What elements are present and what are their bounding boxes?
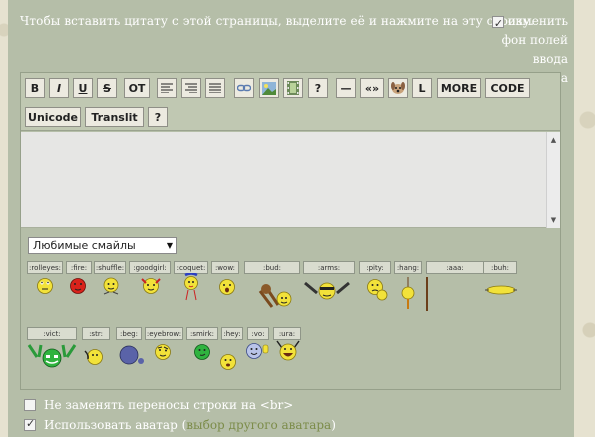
no-br-option[interactable]: Не заменять переносы строки на <br> (24, 398, 293, 412)
smiley-code[interactable]: :rolleyes: (27, 261, 63, 274)
editor: B I U S OT ? — «» L MORE CODE Unicode Tr… (20, 72, 561, 390)
smiley-code[interactable]: :buh: (483, 261, 517, 274)
smiley-code[interactable]: :pity: (359, 261, 391, 274)
help-button[interactable]: ? (308, 78, 328, 98)
str-smiley-icon[interactable] (83, 347, 105, 367)
background-checkbox[interactable] (491, 14, 504, 33)
align-left-button[interactable] (157, 78, 177, 98)
avatar-option[interactable]: Использовать аватар (выбор другого авата… (24, 417, 336, 432)
smiley-code[interactable]: :vict: (27, 327, 77, 340)
ura-smiley-icon[interactable] (275, 339, 301, 363)
bold-button[interactable]: B (25, 78, 45, 98)
dash-button[interactable]: — (336, 78, 356, 98)
align-justify-icon (209, 83, 221, 93)
arms-smiley-icon[interactable] (303, 277, 351, 305)
goodgirl-smiley-icon[interactable] (139, 275, 163, 297)
eyebrow-smiley-icon[interactable] (154, 343, 172, 361)
translit-button[interactable]: Translit (85, 107, 144, 127)
avatar-checkbox[interactable] (24, 417, 36, 431)
smiley-code[interactable]: :beg: (116, 327, 142, 340)
no-br-checkbox[interactable] (24, 399, 36, 411)
background-label-1: изменить (507, 14, 568, 28)
translit-help-button[interactable]: ? (148, 107, 168, 127)
vict-smiley-icon[interactable] (27, 343, 77, 369)
smiley-code[interactable]: :arms: (303, 261, 355, 274)
no-br-label: Не заменять переносы строки на <br> (44, 398, 294, 412)
align-justify-button[interactable] (205, 78, 225, 98)
shuffle-smiley-icon[interactable] (101, 276, 121, 296)
offtopic-button[interactable]: OT (124, 78, 150, 98)
more-button[interactable]: MORE (437, 78, 481, 98)
link-icon (237, 84, 251, 92)
align-right-button[interactable] (181, 78, 201, 98)
link-button[interactable] (234, 78, 254, 98)
buh-smiley-icon[interactable] (483, 283, 519, 297)
smiley-set-value: Любимые смайлы (33, 239, 136, 252)
coquet-smiley-icon[interactable] (179, 273, 203, 303)
video-icon (287, 81, 299, 95)
avatar-paren-close: ) (331, 418, 336, 432)
italic-button[interactable]: I (49, 78, 69, 98)
smiley-code[interactable]: :fire: (66, 261, 92, 274)
scroll-down-icon[interactable]: ▼ (547, 214, 560, 226)
vo-smiley-icon[interactable] (245, 341, 271, 361)
fire-smiley-icon[interactable] (69, 277, 87, 295)
smiley-code[interactable]: :shuffle: (94, 261, 126, 274)
quotes-button[interactable]: «» (360, 78, 384, 98)
textarea-scrollbar[interactable]: ▲ ▼ (546, 132, 560, 228)
unicode-button[interactable]: Unicode (25, 107, 81, 127)
smiley-code[interactable]: :goodgirl: (129, 261, 171, 274)
l-button[interactable]: L (412, 78, 432, 98)
scroll-up-icon[interactable]: ▲ (547, 134, 560, 146)
align-left-icon (161, 83, 173, 93)
smiley-code[interactable]: :hang: (394, 261, 422, 274)
beg-smiley-icon[interactable] (117, 343, 147, 367)
pity-smiley-icon[interactable] (365, 277, 389, 305)
rolleyes-smiley-icon[interactable] (36, 277, 54, 295)
smiley-code[interactable]: :aaa: (426, 261, 484, 274)
smiley-code[interactable]: :eyebrow: (145, 327, 183, 340)
smiley-set-select[interactable]: Любимые смайлы ▼ (28, 237, 177, 254)
bud-smiley-icon[interactable] (258, 281, 296, 311)
align-right-icon (185, 83, 197, 93)
smiley-code[interactable]: :hey: (221, 327, 243, 340)
smirk-smiley-icon[interactable] (193, 343, 211, 361)
smiley-code[interactable]: :bud: (244, 261, 300, 274)
chevron-down-icon: ▼ (166, 241, 173, 250)
avatar-label: Использовать аватар (44, 418, 178, 432)
choose-avatar-link[interactable]: выбор другого аватара (186, 418, 331, 432)
hang-smiley-icon[interactable] (397, 277, 431, 313)
video-button[interactable] (283, 78, 303, 98)
code-button[interactable]: CODE (485, 78, 530, 98)
dog-smiley-icon (391, 82, 405, 94)
quote-hint[interactable]: Чтобы вставить цитату с этой страницы, в… (20, 14, 534, 28)
smiley-code[interactable]: :wow: (211, 261, 239, 274)
image-button[interactable] (259, 78, 279, 98)
smiley-button[interactable] (388, 78, 408, 98)
smiley-code[interactable]: :str: (82, 327, 110, 340)
hey-smiley-icon[interactable] (219, 353, 237, 371)
underline-button[interactable]: U (73, 78, 93, 98)
message-textarea[interactable]: ▲ ▼ (21, 132, 560, 228)
background-label-2: фон полей (501, 33, 568, 47)
strike-button[interactable]: S (97, 78, 117, 98)
wow-smiley-icon[interactable] (218, 278, 236, 296)
smiley-code[interactable]: :vo: (247, 327, 269, 340)
smiley-code[interactable]: :smirk: (186, 327, 218, 340)
toolbar: B I U S OT ? — «» L MORE CODE Unicode Tr… (21, 73, 560, 131)
image-icon (262, 81, 276, 95)
